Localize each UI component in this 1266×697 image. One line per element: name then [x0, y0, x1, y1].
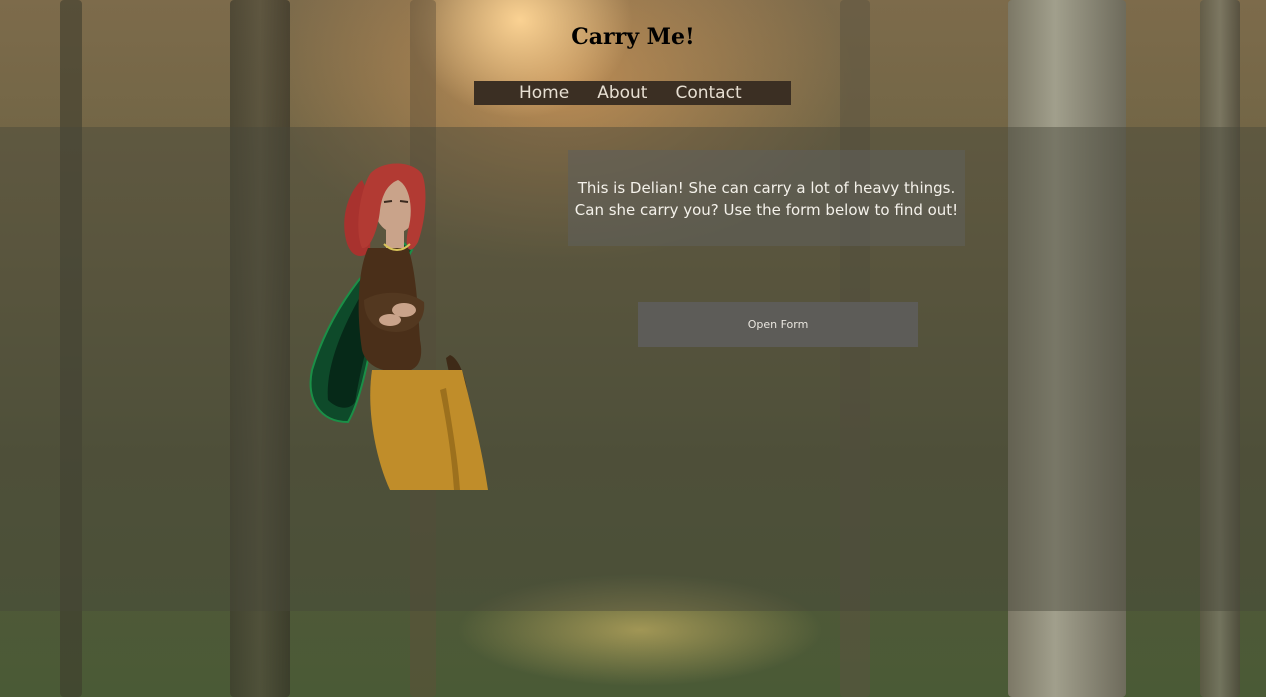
pants — [370, 370, 488, 490]
intro-line-1: This is Delian! She can carry a lot of h… — [577, 179, 956, 197]
main-nav: Home About Contact — [474, 81, 791, 105]
intro-box: This is Delian! She can carry a lot of h… — [568, 150, 965, 246]
nav-contact-link[interactable]: Contact — [675, 81, 741, 105]
delian-illustration — [309, 163, 488, 490]
intro-line-2: Can she carry you? Use the form below to… — [574, 201, 959, 219]
hand-right — [379, 314, 401, 326]
page-title: Carry Me! — [0, 24, 1266, 50]
nav-home-link[interactable]: Home — [519, 81, 569, 105]
open-form-button[interactable]: Open Form — [638, 302, 918, 347]
nav-about-link[interactable]: About — [597, 81, 647, 105]
page-title-text: Carry Me! — [571, 24, 695, 50]
